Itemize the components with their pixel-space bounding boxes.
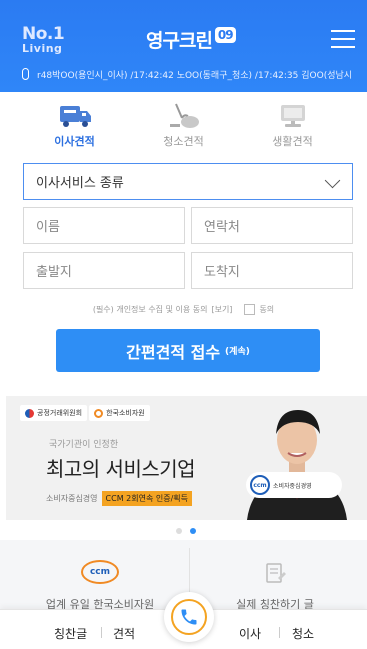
logo-line1: No.1 xyxy=(22,24,65,44)
nav-separator xyxy=(101,627,102,638)
brand-name: 영구크린 xyxy=(146,29,213,52)
submit-sub-label: (계속) xyxy=(225,347,250,357)
name-input[interactable]: 이름 xyxy=(23,207,185,244)
destination-input[interactable]: 도착지 xyxy=(191,252,353,289)
app-header: No.1 Living 영구크린 09 r48박OO(용인시_이사) /17:4… xyxy=(0,0,367,92)
moving-service-select[interactable]: 이사서비스 종류 xyxy=(23,163,353,200)
banner-ccm-text: 소비자중심경영 xyxy=(46,494,98,503)
pager-dot-1[interactable] xyxy=(176,528,182,534)
logo-line2: Living xyxy=(22,42,63,55)
promo-banner[interactable]: 공정거래위원회 한국소비자원 국가기관이 인정한 최고의 서비스기업 소비자중심… xyxy=(6,396,367,520)
ticker-text: r48박OO(용인시_이사) /17:42:42 노OO(동래구_청소) /17… xyxy=(37,70,352,81)
kca-logo: 한국소비자원 xyxy=(89,405,150,421)
name-placeholder: 이름 xyxy=(36,220,60,235)
tv-appliance-icon xyxy=(280,105,305,127)
document-pen-icon xyxy=(266,563,286,583)
submit-label: 간편견적 접수 xyxy=(126,342,221,362)
consent-checkbox[interactable] xyxy=(244,304,256,315)
banner-line3: 소비자중심경영 CCM 2회연속 인증/획득 xyxy=(46,491,192,506)
chevron-down-icon xyxy=(324,172,341,189)
ftc-logo: 공정거래위원회 xyxy=(20,405,88,421)
no1-living-logo: No.1 Living xyxy=(22,24,65,55)
tab-cleaning-label: 청소견적 xyxy=(163,135,204,148)
ccm-caption: 소비자중심경영 xyxy=(273,482,312,490)
call-ring xyxy=(171,599,207,635)
praise-posts-card[interactable]: 실제 칭찬하기 글 xyxy=(205,560,345,612)
banner-headline: 최고의 서비스기업 xyxy=(46,457,196,481)
ccm-logo: ccm xyxy=(250,475,270,495)
moving-truck-icon xyxy=(59,106,91,127)
consent-text: (필수) 개인정보 수집 및 이용 동의 xyxy=(92,305,208,314)
brand-logo[interactable]: 영구크린 09 xyxy=(146,27,236,52)
pager-dot-2[interactable] xyxy=(190,528,196,534)
privacy-consent: (필수) 개인정보 수집 및 이용 동의 [보기] 동의 xyxy=(0,304,367,315)
contact-input[interactable]: 연락처 xyxy=(191,207,353,244)
live-order-ticker: r48박OO(용인시_이사) /17:42:42 노OO(동래구_청소) /17… xyxy=(22,66,352,82)
contact-placeholder: 연락처 xyxy=(204,220,240,235)
nav-separator xyxy=(279,627,280,638)
nav-praise[interactable]: 칭찬글 xyxy=(54,625,87,642)
org-logos: 공정거래위원회 한국소비자원 xyxy=(20,405,150,421)
origin-placeholder: 출발지 xyxy=(36,265,72,280)
service-select-value: 이사서비스 종류 xyxy=(36,176,124,191)
phone-icon xyxy=(181,609,197,625)
tab-living-label: 생활견적 xyxy=(272,135,313,148)
microphone-icon xyxy=(22,68,29,80)
kca-emblem-icon xyxy=(94,408,104,418)
brand-badge: 09 xyxy=(214,27,236,43)
nav-cleaning[interactable]: 청소 xyxy=(292,625,314,642)
consent-view-link[interactable]: [보기] xyxy=(211,304,232,315)
vacuum-cleaner-icon xyxy=(169,103,199,128)
estimate-tabs: 이사견적 청소견적 생활견적 xyxy=(0,98,367,154)
spokesperson-image xyxy=(247,410,347,520)
ccm-award-logo: ccm xyxy=(81,560,119,584)
kca-award-card[interactable]: ccm 업계 유일 한국소비자원 xyxy=(30,560,170,612)
banner-pager xyxy=(176,528,196,534)
kca-name: 한국소비자원 xyxy=(106,409,145,417)
consent-agree-label: 동의 xyxy=(259,305,275,314)
ccm-certification-tag: ccm 소비자중심경영 xyxy=(246,472,342,498)
destination-placeholder: 도착지 xyxy=(204,265,240,280)
nav-moving[interactable]: 이사 xyxy=(239,625,261,642)
tab-cleaning[interactable]: 청소견적 xyxy=(134,98,234,154)
hamburger-menu-icon[interactable] xyxy=(331,30,355,48)
tab-moving-label: 이사견적 xyxy=(54,135,95,148)
origin-input[interactable]: 출발지 xyxy=(23,252,185,289)
call-button[interactable] xyxy=(164,592,214,642)
tab-living[interactable]: 생활견적 xyxy=(243,98,343,154)
ftc-emblem-icon xyxy=(25,408,34,418)
banner-highlight: CCM 2회연속 인증/획득 xyxy=(101,491,192,506)
submit-estimate-button[interactable]: 간편견적 접수 (계속) xyxy=(56,329,320,372)
ftc-name: 공정거래위원회 xyxy=(37,409,83,417)
banner-line1: 국가기관이 인정한 xyxy=(49,440,119,450)
nav-estimate[interactable]: 견적 xyxy=(113,625,135,642)
tab-moving[interactable]: 이사견적 xyxy=(25,98,125,154)
